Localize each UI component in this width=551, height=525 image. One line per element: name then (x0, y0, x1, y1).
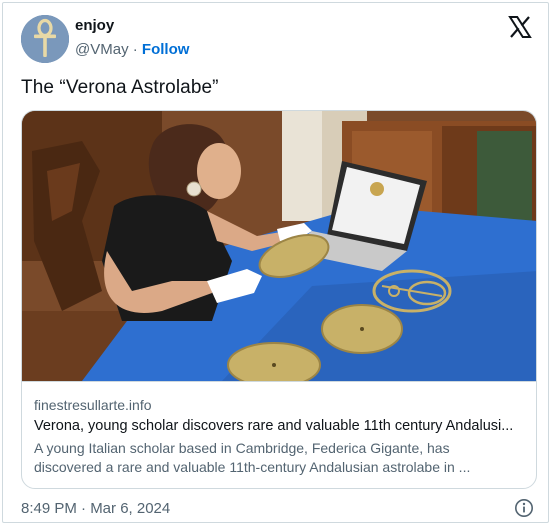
link-description-line-2: discovered a rare and valuable 11th-cent… (34, 459, 471, 475)
tweet-embed-card: enjoy @VMay · Follow The “Verona Astrola… (2, 2, 549, 523)
avatar[interactable] (21, 15, 69, 63)
tweet-timestamp[interactable]: 8:49 PM · Mar 6, 2024 (21, 500, 170, 517)
author-display-name[interactable]: enjoy (75, 17, 114, 34)
ankh-icon (21, 15, 69, 63)
link-preview-card[interactable]: finestresullarte.info Verona, young scho… (21, 110, 537, 489)
x-logo-icon[interactable] (508, 15, 532, 39)
tweet-text: The “Verona Astrolabe” (21, 77, 219, 98)
author-handle[interactable]: @VMay (75, 41, 129, 58)
info-icon[interactable] (514, 498, 534, 518)
follow-button[interactable]: Follow (142, 41, 190, 58)
link-title: Verona, young scholar discovers rare and… (34, 418, 514, 434)
link-preview-meta[interactable]: finestresullarte.info Verona, young scho… (22, 381, 536, 488)
link-preview-image[interactable] (22, 111, 536, 381)
author-handle-row: @VMay · Follow (75, 41, 189, 58)
scholar-astrolabe-photo (22, 111, 536, 381)
link-domain: finestresullarte.info (34, 397, 152, 413)
link-description: A young Italian scholar based in Cambrid… (34, 439, 526, 477)
link-description-line-1: A young Italian scholar based in Cambrid… (34, 440, 450, 456)
separator-dot: · (132, 41, 142, 58)
